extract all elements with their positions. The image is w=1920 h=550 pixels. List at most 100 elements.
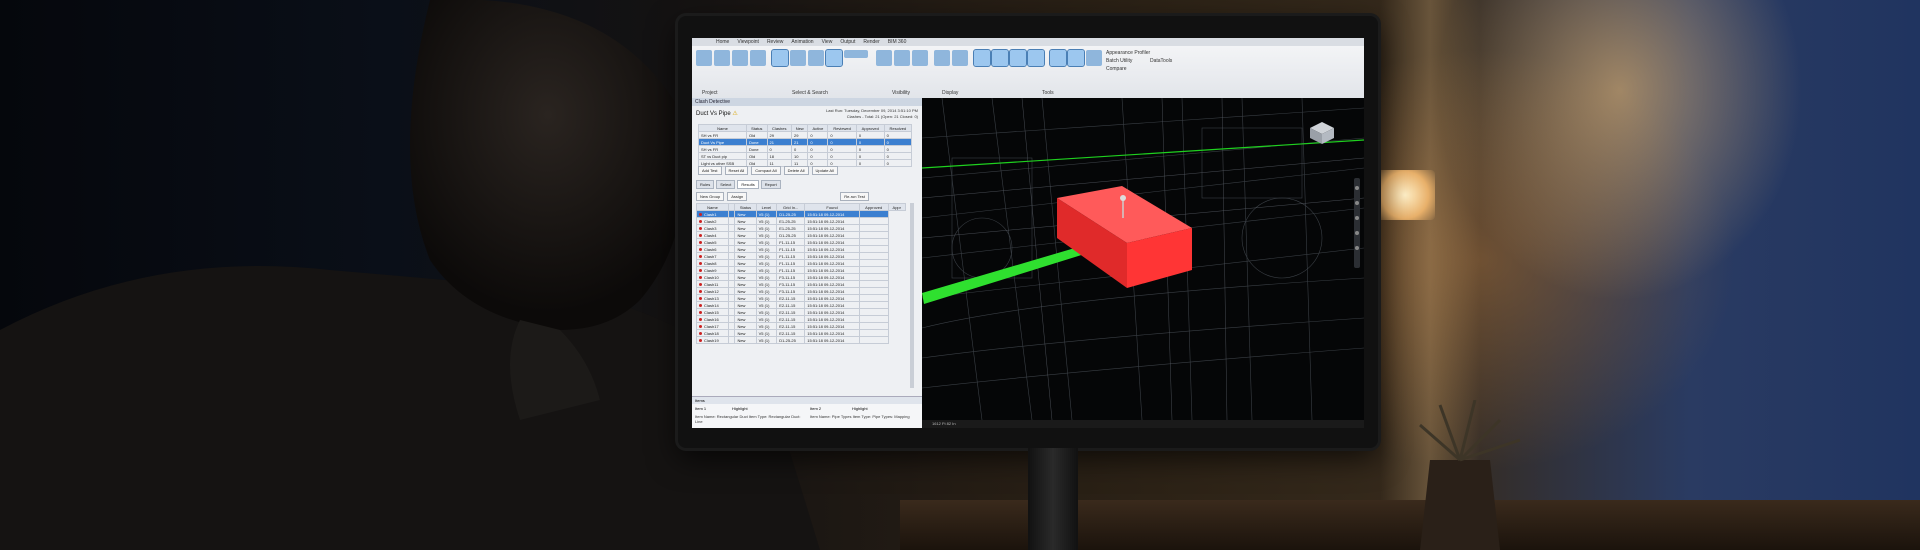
clash-cell: V5 (1): [755, 294, 778, 302]
clash-result-row[interactable]: Clash3 New V5 (1) E1-25-25 15:51:18 09-12-20…: [696, 224, 906, 232]
results-col-header[interactable]: Found: [804, 203, 860, 211]
selection-tree-icon[interactable]: [825, 49, 843, 67]
append-icon[interactable]: [696, 50, 712, 66]
tests-col-header[interactable]: Reviewed: [827, 124, 857, 132]
clash-result-row[interactable]: Clash11 New V5 (1) F3-11-15 15:51:18 09-12-2…: [696, 280, 906, 288]
clash-approved-cell: [858, 245, 889, 253]
hide-icon[interactable]: [876, 50, 892, 66]
tests-col-header[interactable]: Active: [807, 124, 829, 132]
scripter-icon[interactable]: [1086, 50, 1102, 66]
reset-all-button[interactable]: Reset All: [724, 166, 749, 175]
tab-rules[interactable]: Rules: [696, 180, 715, 189]
ribbon-tab[interactable]: View: [822, 38, 833, 46]
test-cell: 0: [883, 152, 913, 160]
clash-result-row[interactable]: Clash12 New V5 (1) F3-11-15 15:51:18 09-12-2…: [696, 287, 906, 295]
batch-utility-button[interactable]: Batch Utility: [1106, 58, 1132, 64]
ribbon-tab[interactable]: BIM 360: [888, 38, 907, 46]
compare-button[interactable]: Compare: [1106, 66, 1127, 72]
test-row[interactable]: SH vs FR Done 0 0 0 0 0 0: [698, 145, 913, 153]
3d-viewport[interactable]: [922, 98, 1364, 420]
tests-col-header[interactable]: Approved: [855, 124, 885, 132]
tests-col-header[interactable]: New: [791, 124, 809, 132]
test-cell: 21: [791, 138, 809, 146]
appearance-profiler-button[interactable]: Appearance Profiler: [1106, 50, 1150, 56]
find-items-button[interactable]: [844, 50, 868, 58]
compact-all-button[interactable]: Compact All: [751, 166, 781, 175]
clash-name: Clash18: [704, 330, 719, 336]
clash-result-row[interactable]: Clash1 New V5 (1) D1-25-25 15:51:18 09-12-20…: [696, 210, 906, 218]
ribbon-tab[interactable]: Review: [767, 38, 783, 46]
test-row[interactable]: SH vs FR Old 29 29 0 0 0 0: [698, 131, 913, 139]
ribbon-group-label: Display: [942, 90, 959, 96]
clash-result-row[interactable]: Clash5 New V5 (1) F1-11-15 15:51:18 09-12-20…: [696, 238, 906, 246]
update-all-button[interactable]: Update All: [811, 166, 838, 175]
clash-cell: New: [734, 231, 757, 239]
autodesk-rendering-icon[interactable]: [1049, 49, 1067, 67]
ribbon-tab[interactable]: Home: [716, 38, 729, 46]
refresh-icon[interactable]: [714, 50, 730, 66]
quantification-icon[interactable]: [1027, 49, 1045, 67]
test-row[interactable]: ST vs Duct pip Old 18 10 0 0 0 0: [698, 152, 913, 160]
results-col-header[interactable]: Grid In...: [776, 203, 806, 211]
animator-icon[interactable]: [1067, 49, 1085, 67]
clash-result-row[interactable]: Clash2 New V5 (1) E1-25-25 15:51:18 09-12-20…: [696, 217, 906, 225]
test-row[interactable]: Duct Vs Pipe Done 21 21 0 0 0 0: [698, 138, 913, 146]
clash-detective-icon[interactable]: [991, 49, 1009, 67]
clash-result-row[interactable]: Clash13 New V5 (1) E2-11-15 15:51:18 09-12-2…: [696, 294, 906, 302]
clash-result-row[interactable]: Clash16 New V5 (1) E2-11-15 15:51:18 09-12-2…: [696, 315, 906, 323]
ribbon-tab[interactable]: Render: [863, 38, 879, 46]
clash-result-row[interactable]: Clash7 New V5 (1) F1-11-15 15:51:18 09-12-20…: [696, 252, 906, 260]
clash-name: Clash10: [704, 274, 719, 280]
rerun-test-button[interactable]: Re-run Test: [840, 192, 869, 201]
new-group-button[interactable]: New Group: [696, 192, 725, 201]
clash-result-row[interactable]: Clash19 New V5 (1) D1-25-25 15:51:18 09-12-2…: [696, 336, 906, 344]
results-col-header[interactable]: Level: [755, 203, 778, 211]
properties-icon[interactable]: [973, 49, 991, 67]
clash-result-row[interactable]: Clash17 New V5 (1) E2-11-15 15:51:18 09-12-2…: [696, 322, 906, 330]
clash-cell: 15:51:18 09-12-2014: [804, 308, 860, 316]
test-cell: 18: [766, 152, 793, 160]
quick-properties-icon[interactable]: [952, 50, 968, 66]
results-col-header[interactable]: Status: [734, 203, 757, 211]
ribbon-tab[interactable]: Animation: [791, 38, 813, 46]
add-test-button[interactable]: Add Test: [698, 166, 722, 175]
clash-approved-cell: [858, 329, 889, 337]
clash-result-row[interactable]: Clash8 New V5 (1) F1-11-15 15:51:18 09-12-20…: [696, 259, 906, 267]
results-col-header[interactable]: Appr: [887, 203, 907, 211]
save-selection-icon[interactable]: [790, 50, 806, 66]
tab-report[interactable]: Report: [760, 180, 781, 189]
clash-result-row[interactable]: Clash14 New V5 (1) E2-11-15 15:51:18 09-12-2…: [696, 301, 906, 309]
tab-results[interactable]: Results: [737, 180, 759, 189]
item1-highlight-checkbox[interactable]: Highlight: [732, 406, 748, 411]
tab-select[interactable]: Select: [716, 180, 736, 189]
clash-result-row[interactable]: Clash9 New V5 (1) F1-11-15 15:51:18 09-12-20…: [696, 266, 906, 274]
clash-result-row[interactable]: Clash6 New V5 (1) F1-11-15 15:51:18 09-12-20…: [696, 245, 906, 253]
delete-all-button[interactable]: Delete All: [783, 166, 809, 175]
unhide-all-icon[interactable]: [912, 50, 928, 66]
require-icon[interactable]: [894, 50, 910, 66]
clash-result-row[interactable]: Clash4 New V5 (1) D1-25-25 15:51:18 09-12-20…: [696, 231, 906, 239]
select-icon[interactable]: [771, 49, 789, 67]
item2-highlight-checkbox[interactable]: Highlight: [852, 406, 868, 411]
select-all-icon[interactable]: [808, 50, 824, 66]
assign-button[interactable]: Assign: [727, 192, 748, 201]
datatools-button[interactable]: DataTools: [1150, 58, 1172, 64]
results-col-header[interactable]: Approved: [858, 203, 889, 211]
clash-result-row[interactable]: Clash18 New V5 (1) E2-11-15 15:51:18 09-12-2…: [696, 329, 906, 337]
file-options-icon[interactable]: [750, 50, 766, 66]
reset-all-icon[interactable]: [732, 50, 748, 66]
timeliner-icon[interactable]: [1009, 49, 1027, 67]
results-col-header[interactable]: Name: [696, 203, 729, 211]
results-scrollbar[interactable]: [910, 203, 914, 388]
clash-result-row[interactable]: Clash15 New V5 (1) E2-11-15 15:51:18 09-12-2…: [696, 308, 906, 316]
ribbon-tab[interactable]: Output: [840, 38, 855, 46]
tests-col-header[interactable]: Status: [745, 124, 768, 132]
clash-name-cell: Clash4: [696, 231, 729, 239]
tests-col-header[interactable]: Name: [698, 124, 747, 132]
clash-result-row[interactable]: Clash10 New V5 (1) F3-11-15 15:51:18 09-12-2…: [696, 273, 906, 281]
tests-col-header[interactable]: Resolved: [883, 124, 913, 132]
test-cell: Done: [745, 145, 768, 153]
tests-col-header[interactable]: Clashes: [766, 124, 793, 132]
ribbon-tab[interactable]: Viewpoint: [737, 38, 759, 46]
links-icon[interactable]: [934, 50, 950, 66]
